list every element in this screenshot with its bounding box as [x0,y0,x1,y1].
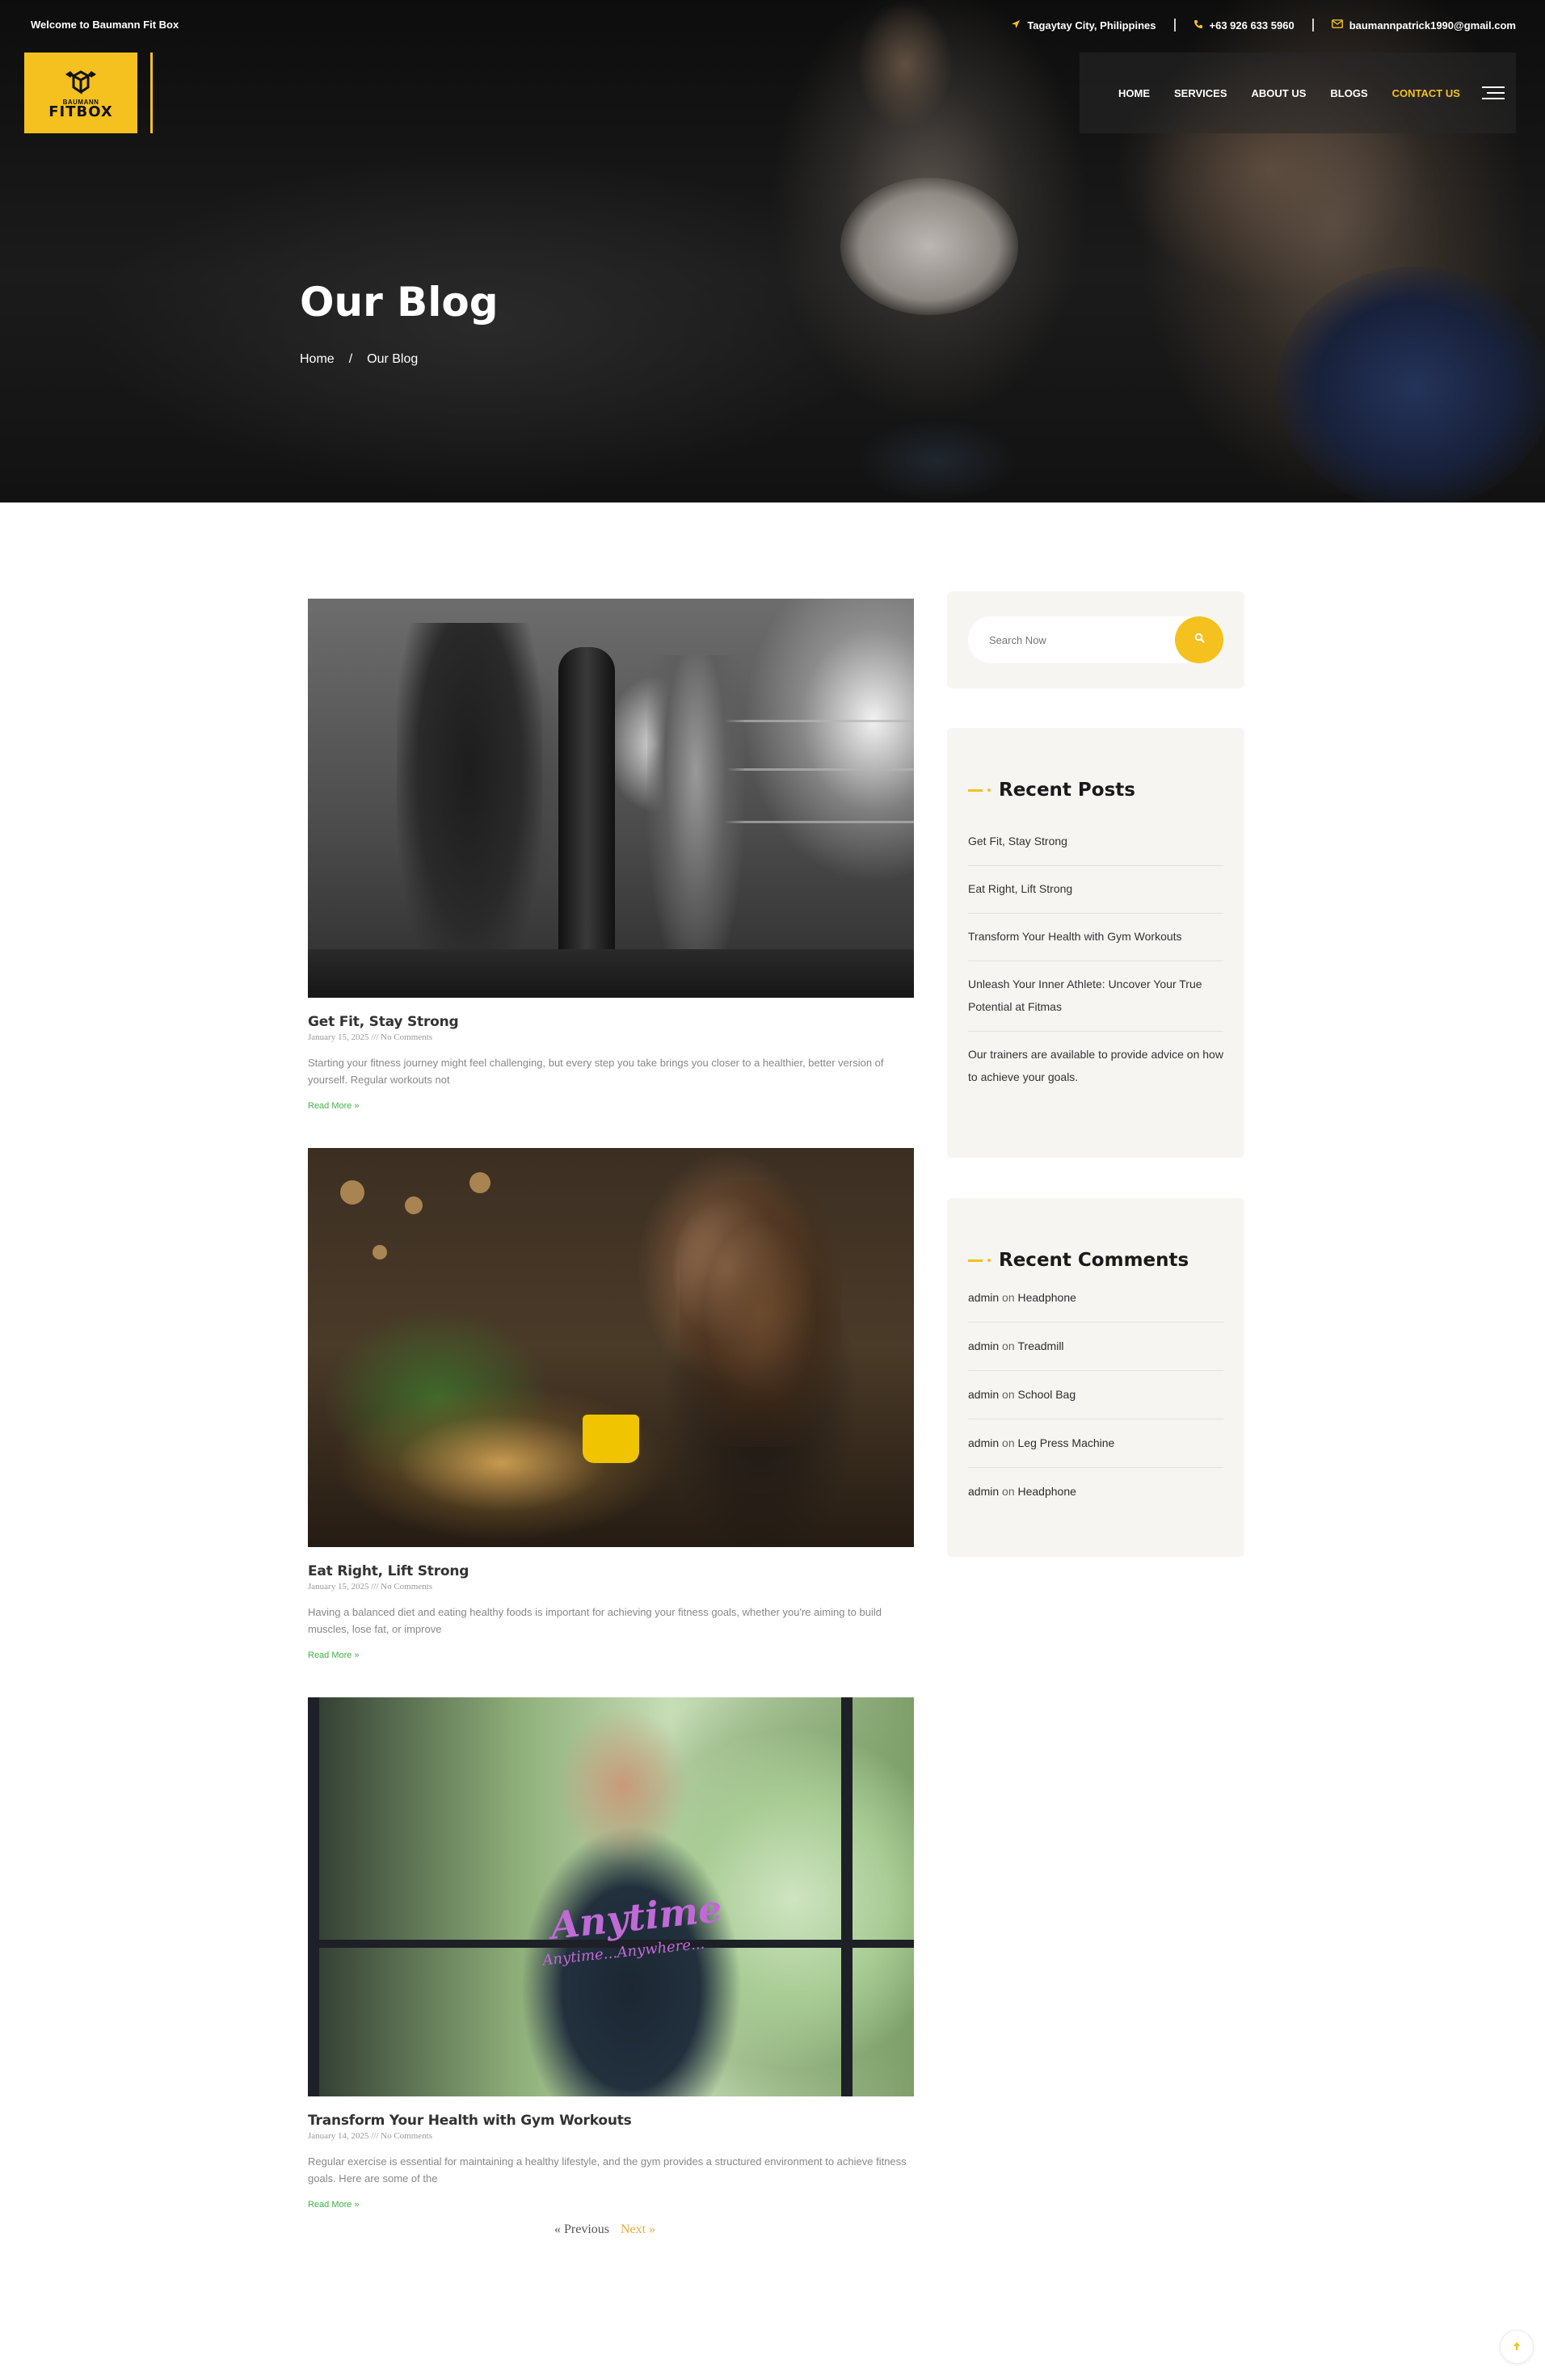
email-text: baumannpatrick1990@gmail.com [1349,19,1516,32]
hamburger-menu-icon[interactable] [1482,86,1505,99]
hero-photo-woman [840,178,1018,315]
recent-post-link[interactable]: Get Fit, Stay Strong [968,818,1223,866]
comment-on-text: on [1002,1485,1015,1498]
widget-title: Recent Comments [968,1250,1223,1271]
breadcrumb: Home / Our Blog [300,352,418,367]
post-image[interactable] [308,1148,914,1547]
arrow-up-icon [1513,2340,1521,2353]
hero-photo-arm [857,0,954,129]
nav-home[interactable]: HOME [1118,87,1150,99]
comment-target-link[interactable]: School Bag [1018,1388,1076,1401]
nav-services[interactable]: SERVICES [1174,87,1227,99]
breadcrumb-separator: / [348,352,353,366]
post-image[interactable]: Anytime Anytime...Anywhere... [308,1697,914,2096]
read-more-link[interactable]: Read More » [308,1101,360,1111]
contact-info-bar: Tagaytay City, Philippines +63 926 633 5… [1011,19,1516,32]
phone-icon [1193,19,1203,32]
logo-box-icon [62,68,99,99]
recent-comments-heading: Recent Comments [999,1250,1189,1271]
comment-on-text: on [1002,1436,1015,1449]
hero-photo-shorts [857,420,1018,501]
previous-page-link[interactable]: « Previous [554,2222,609,2237]
hero-banner: Welcome to Baumann Fit Box Tagaytay City… [0,0,1545,502]
recent-post-link[interactable]: Eat Right, Lift Strong [968,866,1223,914]
logo-text: FITBOX [48,103,113,120]
recent-posts-widget: Recent Posts Get Fit, Stay Strong Eat Ri… [947,728,1244,1158]
breadcrumb-current: Our Blog [367,352,419,366]
post-image[interactable] [308,599,914,998]
post-title[interactable]: Eat Right, Lift Strong [308,1563,914,1579]
search-button[interactable] [1175,616,1223,663]
topbar-divider [1173,19,1176,32]
post-meta: January 15, 2025 /// No Comments [308,1032,432,1042]
comment-on-text: on [1002,1339,1015,1352]
hero-photo-man-shorts [1277,267,1545,502]
breadcrumb-home[interactable]: Home [300,352,335,367]
next-page-link[interactable]: Next » [621,2222,655,2237]
email-info[interactable]: baumannpatrick1990@gmail.com [1331,19,1516,32]
post-meta: January 14, 2025 /// No Comments [308,2131,432,2141]
post-meta: January 15, 2025 /// No Comments [308,1582,432,1592]
blog-post: Anytime Anytime...Anywhere... Transform … [308,1697,914,2211]
widget-title: Recent Posts [968,780,1223,801]
location-info: Tagaytay City, Philippines [1011,19,1156,32]
recent-post-link[interactable]: Unleash Your Inner Athlete: Uncover Your… [968,961,1223,1032]
comment-author-link[interactable]: admin [968,1339,999,1352]
comment-on-text: on [1002,1388,1015,1401]
post-excerpt: Starting your fitness journey might feel… [308,1057,884,1086]
phone-info[interactable]: +63 926 633 5960 [1193,19,1295,32]
search-widget [947,591,1244,688]
welcome-text: Welcome to Baumann Fit Box [31,19,179,31]
main-nav: HOME SERVICES ABOUT US BLOGS CONTACT US [1080,53,1516,133]
post-title[interactable]: Get Fit, Stay Strong [308,1014,914,1030]
envelope-icon [1331,19,1343,31]
comment-author-link[interactable]: admin [968,1436,999,1449]
location-text: Tagaytay City, Philippines [1027,19,1156,32]
nav-about-us[interactable]: ABOUT US [1252,87,1307,99]
read-more-link[interactable]: Read More » [308,2200,360,2210]
search-icon [1194,633,1205,647]
post-title[interactable]: Transform Your Health with Gym Workouts [308,2113,914,2129]
pagination: « Previous Next » [554,2222,655,2237]
recent-comment-item: admin on School Bag [968,1371,1223,1419]
location-arrow-icon [1011,19,1021,32]
recent-comment-item: admin on Leg Press Machine [968,1419,1223,1468]
logo-divider [150,53,153,133]
scroll-to-top-button[interactable] [1500,2330,1534,2364]
comment-target-link[interactable]: Treadmill [1018,1339,1064,1352]
comment-on-text: on [1002,1291,1015,1304]
comment-target-link[interactable]: Headphone [1018,1485,1076,1498]
recent-posts-heading: Recent Posts [999,780,1135,801]
page-title: Our Blog [300,279,499,326]
recent-post-link[interactable]: Our trainers are available to provide ad… [968,1032,1223,1101]
blog-post: Eat Right, Lift Strong January 15, 2025 … [308,1148,914,1662]
comment-author-link[interactable]: admin [968,1388,999,1401]
blog-post: Get Fit, Stay Strong January 15, 2025 //… [308,599,914,1112]
nav-blogs[interactable]: BLOGS [1330,87,1367,99]
phone-text: +63 926 633 5960 [1209,19,1295,32]
post-excerpt: Regular exercise is essential for mainta… [308,2155,907,2184]
post-excerpt: Having a balanced diet and eating health… [308,1606,882,1635]
comment-author-link[interactable]: admin [968,1485,999,1498]
recent-comments-widget: Recent Comments admin on Headphone admin… [947,1198,1244,1557]
site-logo[interactable]: BAUMANN FITBOX [24,53,137,133]
read-more-link[interactable]: Read More » [308,1650,360,1660]
recent-comment-item: admin on Treadmill [968,1322,1223,1371]
comment-author-link[interactable]: admin [968,1291,999,1304]
recent-comment-item: admin on Headphone [968,1289,1223,1322]
comment-target-link[interactable]: Headphone [1018,1291,1076,1304]
comment-target-link[interactable]: Leg Press Machine [1018,1436,1115,1449]
topbar-divider [1311,19,1314,32]
nav-contact-us[interactable]: CONTACT US [1392,87,1460,99]
recent-comment-item: admin on Headphone [968,1468,1223,1516]
recent-post-link[interactable]: Transform Your Health with Gym Workouts [968,914,1223,961]
